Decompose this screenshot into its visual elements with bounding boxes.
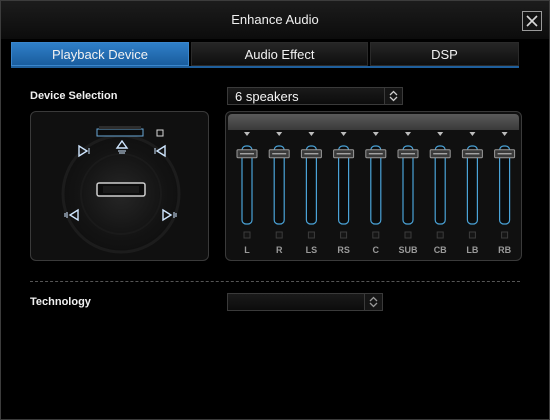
channel-indicator-rb <box>501 231 509 239</box>
close-icon <box>526 15 538 27</box>
channel-marker-c <box>372 132 379 136</box>
left-speaker-icon <box>77 144 91 163</box>
right-speaker-icon <box>153 144 167 163</box>
channel-marker-l <box>244 132 250 136</box>
left-surround-speaker-icon <box>64 208 80 227</box>
enhance-audio-window: Enhance Audio Playback Device Audio Effe… <box>0 0 550 420</box>
channel-sliders[interactable]: L R LS RS C SUB CB LB RB <box>226 112 522 261</box>
channel-label-c: C <box>373 245 380 255</box>
channel-indicator-r <box>275 231 283 239</box>
center-speaker-icon <box>115 139 129 159</box>
dropdown-spinner[interactable] <box>364 294 382 310</box>
channel-indicator-sub <box>404 231 412 239</box>
channel-indicator-cb <box>436 231 444 239</box>
channel-indicator-l <box>243 231 251 239</box>
up-down-arrows-icon <box>389 90 398 102</box>
channel-label-sub: SUB <box>398 245 418 255</box>
channel-indicator-c <box>372 231 380 239</box>
channel-marker-lb <box>469 132 476 136</box>
device-selection-dropdown[interactable]: 6 speakers <box>227 87 403 105</box>
channel-label-ls: LS <box>306 245 318 255</box>
tab-audio-effect[interactable]: Audio Effect <box>191 42 368 66</box>
tab-underline <box>11 66 519 68</box>
channel-marker-ls <box>308 132 315 136</box>
channel-levels-panel: L R LS RS C SUB CB LB RB <box>225 111 522 261</box>
tab-playback-device[interactable]: Playback Device <box>11 42 189 66</box>
channel-indicator-ls <box>307 231 315 239</box>
tab-dsp[interactable]: DSP <box>370 42 519 66</box>
channel-label-rs: RS <box>337 245 350 255</box>
channel-label-l: L <box>244 245 250 255</box>
technology-dropdown[interactable] <box>227 293 383 311</box>
tab-bar: Playback Device Audio Effect DSP <box>11 42 519 66</box>
title-bar: Enhance Audio <box>1 1 549 39</box>
right-surround-speaker-icon <box>161 208 177 227</box>
dropdown-spinner[interactable] <box>384 88 402 104</box>
channel-marker-rs <box>340 132 347 136</box>
channel-marker-rb <box>501 132 508 136</box>
channel-marker-cb <box>437 132 444 136</box>
channel-label-lb: LB <box>466 245 478 255</box>
speaker-layout-diagram <box>61 126 181 254</box>
channel-label-r: R <box>276 245 283 255</box>
section-divider <box>30 281 520 282</box>
device-selection-label: Device Selection <box>30 90 118 102</box>
close-button[interactable] <box>522 11 542 31</box>
channel-label-cb: CB <box>434 245 447 255</box>
channel-marker-sub <box>405 132 411 136</box>
window-title: Enhance Audio <box>231 12 319 27</box>
device-selection-value: 6 speakers <box>235 89 299 104</box>
channel-levels-header <box>228 114 519 130</box>
channel-indicator-lb <box>468 231 476 239</box>
channel-indicator-rs <box>340 231 348 239</box>
technology-label: Technology <box>30 296 91 308</box>
channel-label-rb: RB <box>498 245 511 255</box>
speaker-layout-panel <box>30 111 209 261</box>
channel-marker-r <box>276 132 283 136</box>
up-down-arrows-icon <box>369 296 378 308</box>
